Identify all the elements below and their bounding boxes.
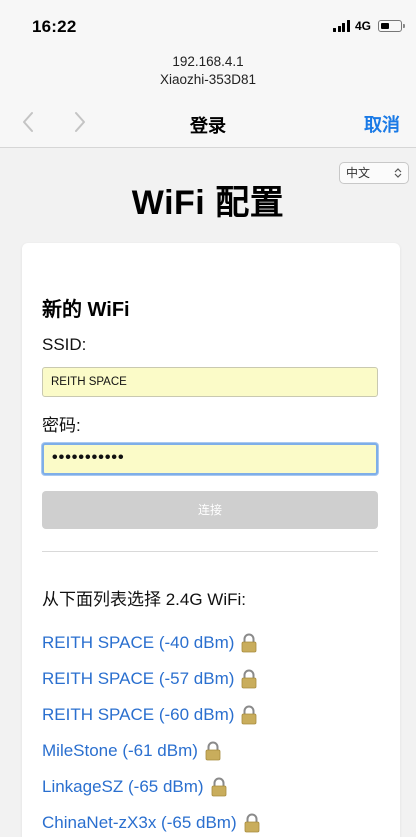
page-title: WiFi 配置 <box>131 184 285 222</box>
wifi-network-label: REITH SPACE (-40 dBm) <box>42 633 235 652</box>
lock-icon <box>211 777 226 797</box>
address-bar: 192.168.4.1 Xiaozhi-353D81 <box>0 46 416 98</box>
wifi-network-label: LinkageSZ (-65 dBm) <box>42 777 204 796</box>
network-type: 4G <box>354 19 371 33</box>
wifi-network-item[interactable]: REITH SPACE (-57 dBm) <box>42 661 378 697</box>
status-bar: 16:22 4G <box>0 0 416 46</box>
wifi-network-item[interactable]: LinkageSZ (-65 dBm) <box>42 769 378 805</box>
lock-icon <box>244 813 260 833</box>
wifi-network-label: REITH SPACE (-57 dBm) <box>42 669 235 688</box>
password-input[interactable]: ••••••••••• <box>42 443 378 475</box>
wifi-network-label: ChinaNet-zX3x (-65 dBm) <box>42 813 237 832</box>
wifi-list: REITH SPACE (-40 dBm) REITH SPACE (-57 d… <box>42 625 378 837</box>
status-indicators: 4G <box>333 19 405 33</box>
lock-icon <box>205 741 221 761</box>
battery-icon <box>378 20 405 32</box>
lock-icon <box>241 669 257 689</box>
ssid-label: SSID: <box>42 335 87 354</box>
lock-icon <box>241 705 257 725</box>
wifi-network-label: MileStone (-61 dBm) <box>42 741 198 760</box>
wifi-network-item[interactable]: MileStone (-61 dBm) <box>42 733 378 769</box>
lock-icon <box>241 633 257 653</box>
address-host: 192.168.4.1 <box>172 54 244 69</box>
wifi-network-label: REITH SPACE (-60 dBm) <box>42 705 235 724</box>
address-name: Xiaozhi-353D81 <box>159 72 257 87</box>
ssid-input[interactable]: REITH SPACE <box>42 367 378 397</box>
divider <box>42 551 378 552</box>
wifi-network-item[interactable]: REITH SPACE (-60 dBm) <box>42 697 378 733</box>
status-time: 16:22 <box>32 17 77 36</box>
wifi-list-heading: 从下面列表选择 2.4G WiFi: <box>42 590 247 609</box>
wifi-network-item[interactable]: REITH SPACE (-40 dBm) <box>42 625 378 661</box>
wifi-config-card: 新的 WiFi SSID: REITH SPACE 密码: ••••••••••… <box>22 243 400 837</box>
cancel-button[interactable]: 取消 <box>364 111 400 137</box>
section-title: 新的 WiFi <box>42 299 130 321</box>
password-label: 密码: <box>42 416 81 435</box>
nav-bar: 登录 取消 <box>0 98 416 148</box>
page-content: 中文 WiFi 配置 新的 WiFi SSID: REITH SPACE 密码:… <box>0 149 416 837</box>
nav-title: 登录 <box>190 116 226 136</box>
wifi-network-item[interactable]: ChinaNet-zX3x (-65 dBm) <box>42 805 378 837</box>
connect-button[interactable]: 连接 <box>42 491 378 529</box>
signal-strength-icon <box>333 20 350 32</box>
